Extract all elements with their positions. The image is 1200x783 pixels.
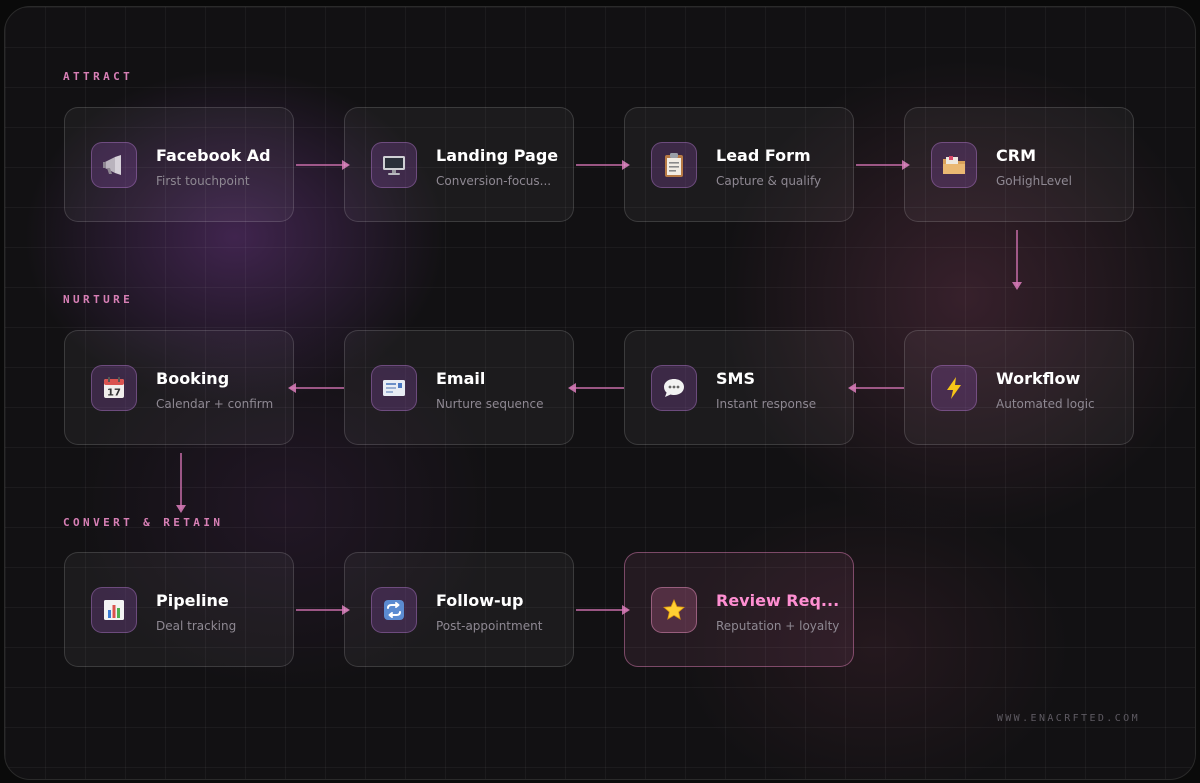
arrow-workflow-to-sms [848, 383, 904, 393]
card-title: Booking [156, 369, 230, 388]
arrow-email-to-booking [288, 383, 344, 393]
card-sms[interactable]: SMS Instant response [624, 330, 854, 445]
arrow-booking-to-pipeline [176, 453, 186, 513]
star-icon [651, 587, 697, 633]
card-subtitle: Calendar + confirm [156, 397, 274, 411]
card-title: Review Req... [716, 591, 840, 610]
card-subtitle: Instant response [716, 397, 817, 411]
card-subtitle: Nurture sequence [436, 397, 544, 411]
arrow-sms-to-email [568, 383, 624, 393]
card-title: Follow-up [436, 591, 524, 610]
arrow-followup-to-review [576, 605, 630, 615]
megaphone-icon [91, 142, 137, 188]
arrow-pipeline-to-followup [296, 605, 350, 615]
card-subtitle: Automated logic [996, 397, 1095, 411]
calendar-icon: 17 [91, 365, 137, 411]
card-subtitle: Post-appointment [436, 619, 543, 633]
arrow-landing-to-leadform [576, 160, 630, 170]
card-subtitle: Conversion-focus... [436, 174, 552, 188]
card-title: SMS [716, 369, 755, 388]
arrow-facebook-to-landing [296, 160, 350, 170]
card-facebook-ad[interactable]: Facebook Ad First touchpoint [64, 107, 294, 222]
card-workflow[interactable]: Workflow Automated logic [904, 330, 1134, 445]
repeat-icon [371, 587, 417, 633]
section-label-convert-retain: CONVERT & RETAIN [63, 516, 224, 529]
footer-website: WWW.ENACRFTED.COM [996, 713, 1140, 724]
card-title: Workflow [996, 369, 1081, 388]
clipboard-icon [651, 142, 697, 188]
calendar-day: 17 [107, 388, 121, 399]
card-booking[interactable]: 17 Booking Calendar + confirm [64, 330, 294, 445]
speech-bubble-icon [651, 365, 697, 411]
card-review-request[interactable]: Review Req... Reputation + loyalty [624, 552, 854, 667]
arrow-crm-to-workflow [1012, 230, 1022, 290]
card-subtitle: Capture & qualify [716, 174, 822, 188]
card-pipeline[interactable]: Pipeline Deal tracking [64, 552, 294, 667]
card-title: CRM [996, 146, 1036, 165]
bar-chart-icon [91, 587, 137, 633]
card-lead-form[interactable]: Lead Form Capture & qualify [624, 107, 854, 222]
lightning-icon [931, 365, 977, 411]
card-subtitle: First touchpoint [156, 174, 250, 188]
card-subtitle: Deal tracking [156, 619, 237, 633]
card-title: Email [436, 369, 486, 388]
folder-icon [931, 142, 977, 188]
monitor-icon [371, 142, 417, 188]
card-crm[interactable]: CRM GoHighLevel [904, 107, 1134, 222]
card-title: Lead Form [716, 146, 811, 165]
card-subtitle: GoHighLevel [996, 174, 1072, 188]
card-title: Pipeline [156, 591, 229, 610]
card-title: Facebook Ad [156, 146, 271, 165]
card-subtitle: Reputation + loyalty [716, 619, 840, 633]
section-label-nurture: NURTURE [63, 293, 134, 306]
envelope-icon [371, 365, 417, 411]
card-follow-up[interactable]: Follow-up Post-appointment [344, 552, 574, 667]
card-landing-page[interactable]: Landing Page Conversion-focus... [344, 107, 574, 222]
card-title: Landing Page [436, 146, 559, 165]
arrow-leadform-to-crm [856, 160, 910, 170]
section-label-attract: ATTRACT [63, 70, 134, 83]
card-email[interactable]: Email Nurture sequence [344, 330, 574, 445]
